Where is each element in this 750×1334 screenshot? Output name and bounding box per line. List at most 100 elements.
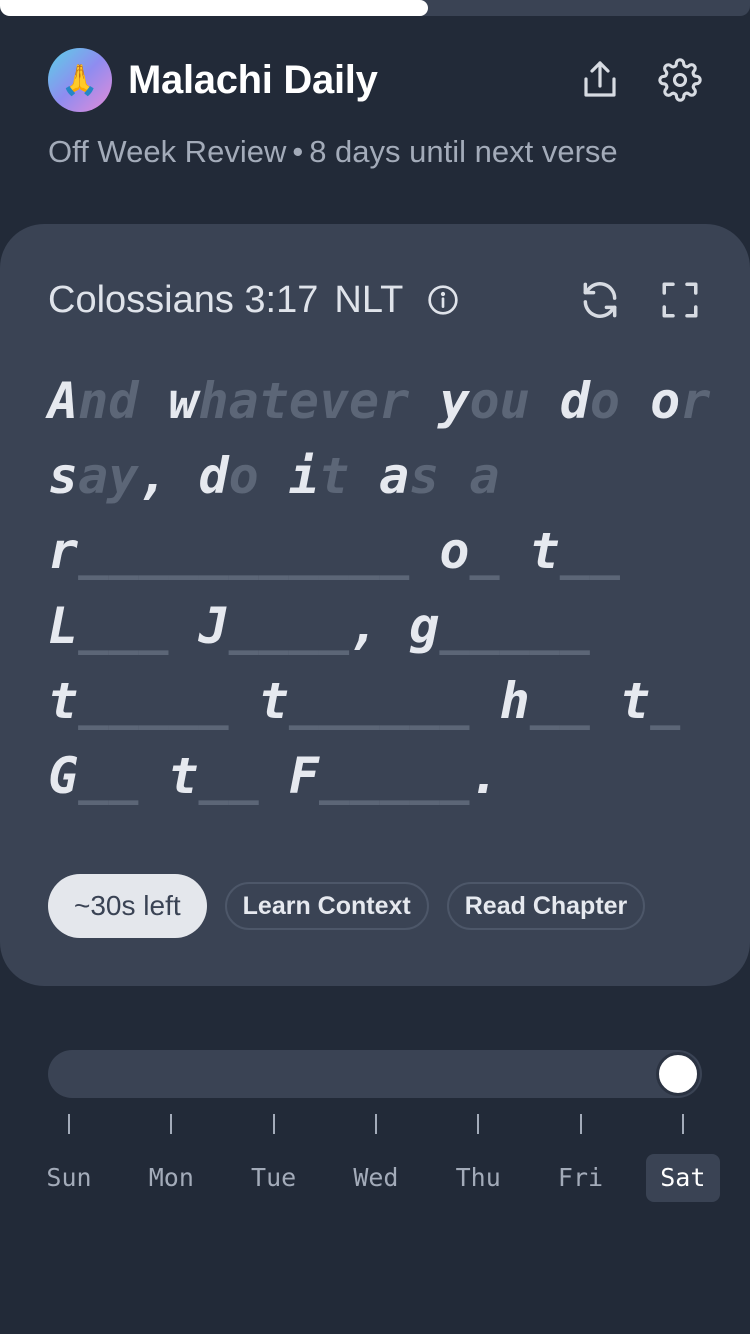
- day-tick: [579, 1114, 582, 1134]
- verse-hidden-letters: nd: [78, 372, 139, 430]
- verse-hidden-letters: s: [409, 447, 440, 505]
- day-tick: [170, 1114, 173, 1134]
- day-label: Thu: [455, 1163, 501, 1192]
- verse-visible-letters: , g: [349, 597, 440, 655]
- verse-visible-letters: .: [469, 747, 500, 805]
- verse-hidden-letters: a: [469, 447, 500, 505]
- day-slider[interactable]: [48, 1050, 702, 1098]
- time-left-badge: ~30s left: [48, 874, 207, 938]
- session-progress-bar: [0, 0, 750, 16]
- verse-card-actions: [578, 278, 702, 322]
- verse-visible-letters: w: [138, 372, 199, 430]
- verse-visible-letters: t: [228, 672, 289, 730]
- verse-line: r___________ o_ t__: [48, 514, 708, 589]
- day-label: Fri: [557, 1163, 604, 1192]
- verse-visible-letters: F: [258, 747, 319, 805]
- separator-dot: •: [292, 134, 304, 169]
- verse-visible-letters: [439, 447, 469, 505]
- day-tick: [374, 1114, 377, 1134]
- share-icon: [584, 61, 616, 97]
- day-tick: [681, 1114, 684, 1134]
- verse-hidden-letters: _____: [439, 597, 590, 655]
- verse-visible-letters: o: [409, 522, 470, 580]
- verse-line: And whatever you do or: [48, 364, 711, 439]
- verse-visible-letters: a: [349, 447, 410, 505]
- verse-reference: Colossians 3:17: [48, 278, 319, 321]
- day-sun[interactable]: Sun: [32, 1114, 106, 1202]
- verse-hidden-letters: ____: [228, 597, 350, 655]
- verse-hidden-letters: __: [78, 747, 139, 805]
- verse-hidden-letters: o: [228, 447, 259, 505]
- app-title: Malachi Daily: [128, 57, 378, 102]
- info-icon[interactable]: [427, 284, 459, 316]
- verse-line: G__ t__ F_____.: [48, 739, 708, 814]
- verse-visible-letters: , d: [138, 447, 229, 505]
- fullscreen-button[interactable]: [658, 278, 702, 322]
- verse-visible-letters: L: [48, 597, 79, 655]
- verse-visible-letters: i: [258, 447, 319, 505]
- verse-hidden-letters: ______: [288, 672, 470, 730]
- day-wed[interactable]: Wed: [339, 1114, 413, 1202]
- verse-visible-letters: s: [48, 447, 79, 505]
- app-logo: 🙏: [48, 48, 112, 112]
- day-slider-thumb[interactable]: [656, 1052, 700, 1096]
- gear-icon: [658, 58, 702, 102]
- verse-hidden-letters: __: [529, 672, 590, 730]
- verse-hidden-letters: ___________: [78, 522, 410, 580]
- share-button[interactable]: [578, 58, 622, 102]
- verse-card: Colossians 3:17 NLT And whatever you do …: [0, 224, 750, 986]
- verse-text[interactable]: And whatever you do or say, do it as a r__…: [48, 364, 711, 814]
- verse-visible-letters: J: [168, 597, 229, 655]
- verse-line: t_____ t______ h__ t_: [48, 664, 708, 739]
- verse-hidden-letters: __: [198, 747, 259, 805]
- verse-hidden-letters: ay: [78, 447, 139, 505]
- day-tick: [272, 1114, 275, 1134]
- verse-visible-letters: t: [48, 672, 79, 730]
- day-fri[interactable]: Fri: [544, 1114, 618, 1202]
- verse-visible-letters: t: [589, 672, 651, 730]
- verse-actions: ~30s left Learn Context Read Chapter: [48, 874, 646, 938]
- day-mon[interactable]: Mon: [134, 1114, 208, 1202]
- day-label: Mon: [148, 1163, 194, 1192]
- verse-visible-letters: y: [409, 372, 470, 430]
- day-label: Sat: [645, 1154, 720, 1202]
- review-mode: Off Week Review: [48, 134, 287, 169]
- learn-context-button[interactable]: Learn Context: [224, 882, 429, 930]
- verse-hidden-letters: _: [469, 522, 500, 580]
- verse-hidden-letters: o: [589, 372, 621, 430]
- verse-hidden-letters: r: [680, 372, 711, 430]
- verse-hidden-letters: _____: [318, 747, 470, 805]
- verse-hidden-letters: __: [559, 522, 621, 580]
- app-header: 🙏 Malachi Daily: [48, 48, 702, 112]
- day-label: Wed: [353, 1163, 399, 1192]
- verse-hidden-letters: _____: [78, 672, 229, 730]
- review-status: Off Week Review • 8 days until next verse: [48, 134, 618, 170]
- day-sat[interactable]: Sat: [645, 1114, 720, 1202]
- verse-visible-letters: d: [529, 372, 590, 430]
- verse-visible-letters: A: [48, 372, 79, 430]
- bible-version: NLT: [334, 278, 404, 321]
- verse-line: L___ J____, g_____: [48, 589, 708, 664]
- day-scale: Sun Mon Tue Wed Thu Fri Sat: [46, 1114, 720, 1204]
- day-thu[interactable]: Thu: [441, 1114, 515, 1202]
- verse-visible-letters: G: [48, 747, 79, 805]
- verse-hidden-letters: t: [318, 447, 350, 505]
- day-tue[interactable]: Tue: [237, 1114, 311, 1202]
- verse-hidden-letters: ou: [469, 372, 530, 430]
- header-actions: [578, 58, 702, 102]
- verse-hidden-letters: _: [650, 672, 681, 730]
- verse-card-header: Colossians 3:17 NLT: [48, 274, 702, 326]
- day-label: Sun: [46, 1163, 92, 1192]
- session-progress-fill: [0, 0, 428, 16]
- settings-button[interactable]: [658, 58, 702, 102]
- read-chapter-button[interactable]: Read Chapter: [446, 882, 646, 930]
- verse-hidden-letters: ___: [78, 597, 169, 655]
- day-tick: [477, 1114, 480, 1134]
- fullscreen-icon: [662, 282, 698, 318]
- next-verse-countdown: 8 days until next verse: [309, 134, 618, 169]
- day-label: Tue: [251, 1163, 297, 1192]
- day-tick: [68, 1114, 70, 1134]
- refresh-icon: [583, 282, 617, 318]
- reset-button[interactable]: [578, 278, 622, 322]
- verse-visible-letters: o: [620, 372, 681, 430]
